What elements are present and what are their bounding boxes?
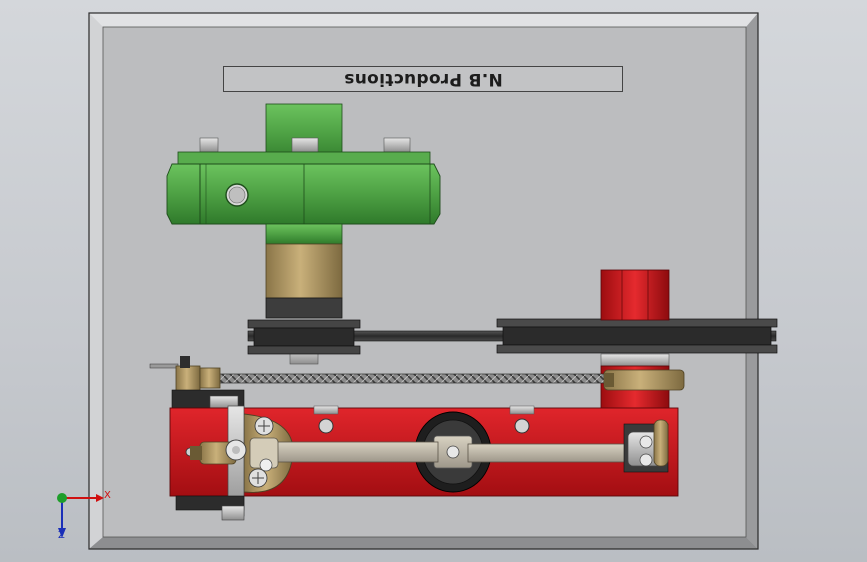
right-chain-collar[interactable] (603, 369, 685, 391)
z-axis-label: Z (58, 530, 65, 541)
cad-viewport[interactable]: N.B Productions X Z (0, 0, 867, 562)
x-axis-label: X (104, 490, 111, 501)
plate-label: N.B Productions (343, 69, 503, 89)
coordinate-triad-icon: X Z (48, 482, 118, 546)
threaded-chain[interactable] (217, 373, 613, 384)
small-pulley[interactable] (247, 319, 361, 355)
large-pulley[interactable] (496, 318, 778, 354)
right-pin-assembly[interactable] (623, 419, 669, 473)
title-plate: N.B Productions (223, 66, 623, 92)
